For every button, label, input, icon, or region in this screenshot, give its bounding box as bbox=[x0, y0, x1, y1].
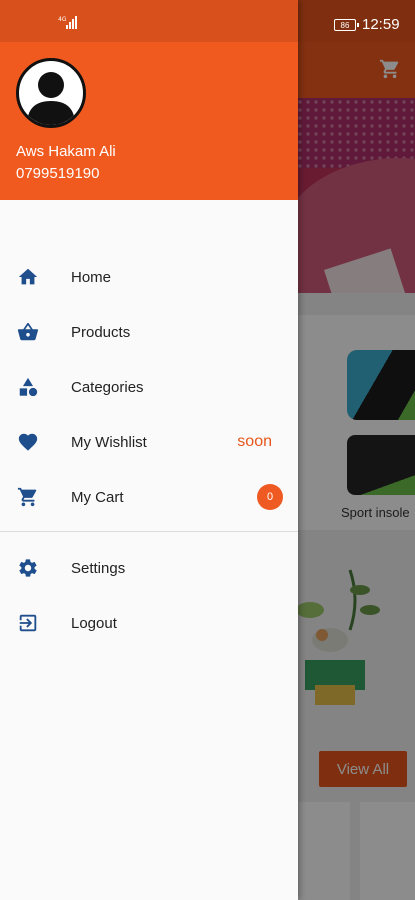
menu-item-label: Products bbox=[71, 323, 131, 341]
signal-label: 4G bbox=[58, 16, 67, 23]
user-avatar-icon bbox=[27, 72, 75, 125]
menu-item-products[interactable]: Products bbox=[0, 307, 298, 357]
menu-item-label: Home bbox=[71, 268, 112, 286]
menu-item-label: Logout bbox=[71, 614, 117, 632]
soon-tag: soon bbox=[237, 433, 272, 450]
signal-icon: 4G bbox=[58, 16, 77, 29]
menu-item-label: My Wishlist bbox=[71, 433, 147, 451]
home-icon bbox=[16, 265, 40, 289]
clock: 12:59 bbox=[362, 16, 400, 33]
heart-icon bbox=[16, 430, 40, 454]
menu-item-label: My Cart bbox=[71, 488, 124, 506]
menu-item-home[interactable]: Home bbox=[0, 252, 298, 302]
basket-icon bbox=[16, 320, 40, 344]
menu-item-wishlist[interactable]: My Wishlist soon bbox=[0, 417, 298, 467]
menu-divider bbox=[0, 531, 298, 532]
cart-icon bbox=[16, 485, 40, 509]
battery-icon: 86 bbox=[334, 19, 359, 31]
user-phone: 0799519190 bbox=[16, 165, 100, 182]
shapes-icon bbox=[16, 375, 40, 399]
menu-item-logout[interactable]: Logout bbox=[0, 598, 298, 648]
menu-item-categories[interactable]: Categories bbox=[0, 362, 298, 412]
system-status-bar: 4G 86 12:59 bbox=[0, 0, 415, 42]
avatar[interactable] bbox=[16, 58, 86, 128]
menu-item-label: Settings bbox=[71, 559, 126, 577]
cart-count-badge: 0 bbox=[257, 484, 283, 510]
navigation-drawer: Aws Hakam Ali 0799519190 Home Products C… bbox=[0, 0, 298, 900]
battery-level: 86 bbox=[340, 20, 350, 30]
logout-icon bbox=[16, 611, 40, 635]
menu-item-label: Categories bbox=[71, 378, 144, 396]
user-name: Aws Hakam Ali bbox=[16, 143, 116, 160]
gear-icon bbox=[16, 556, 40, 580]
menu-item-cart[interactable]: My Cart 0 bbox=[0, 472, 298, 522]
menu-item-settings[interactable]: Settings bbox=[0, 543, 298, 593]
